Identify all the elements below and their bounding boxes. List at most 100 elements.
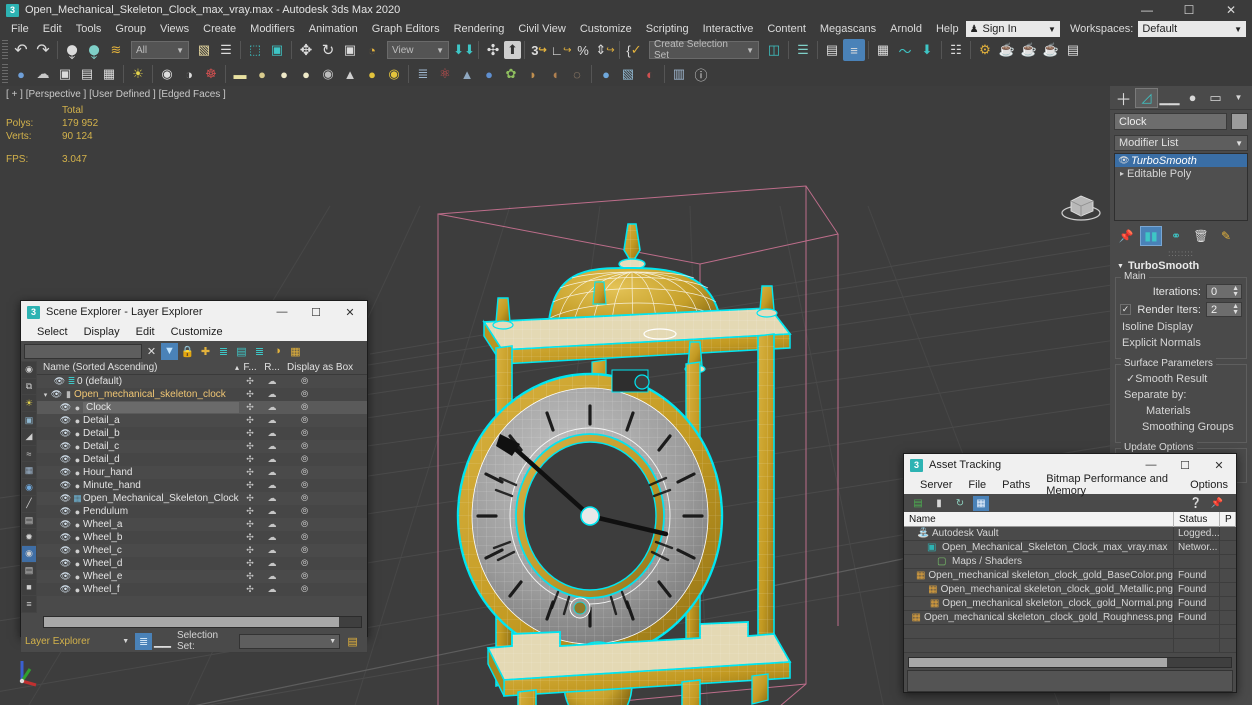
layers-green-icon[interactable]: ≣ xyxy=(215,343,232,360)
make-unique-button[interactable]: ⚭ xyxy=(1165,226,1187,246)
lock-icon[interactable]: 🔒 xyxy=(179,343,196,360)
visibility-eye-icon[interactable]: 👁 xyxy=(59,441,72,452)
scene-explorer-window[interactable]: 3 Scene Explorer - Layer Explorer — ☐ ✕ … xyxy=(20,300,368,637)
smooth-result-checkbox[interactable]: ✓ xyxy=(1126,372,1135,385)
visibility-eye-icon[interactable]: 👁 xyxy=(59,480,72,491)
frozen-cell[interactable]: ✣ xyxy=(239,415,261,426)
frozen-cell[interactable]: ✣ xyxy=(239,428,261,439)
percent-snap-toggle-icon[interactable]: % xyxy=(572,39,594,61)
menu-tools[interactable]: Tools xyxy=(69,21,109,37)
list-item[interactable]: 👁 ● Detail_a ✣☁ ⦾ xyxy=(37,414,367,427)
utilities-tab[interactable]: ▼ xyxy=(1227,88,1250,108)
light-bulb-icon[interactable]: ☀ xyxy=(127,63,149,85)
display-as-box-cell[interactable]: ⦾ xyxy=(283,428,367,439)
side-copy-icon[interactable]: ⧉ xyxy=(22,379,36,395)
display-as-box-cell[interactable]: ⦾ xyxy=(283,402,367,413)
view-cube[interactable] xyxy=(1055,181,1107,229)
shading-half-icon[interactable]: ◑ xyxy=(178,63,200,85)
layer-stack-icon[interactable]: ≣ xyxy=(251,343,268,360)
menu-graph-editors[interactable]: Graph Editors xyxy=(365,21,447,37)
frozen-cell[interactable]: ✣ xyxy=(239,376,261,387)
menu-customize[interactable]: Customize xyxy=(163,326,231,338)
angle-snap-toggle-icon[interactable]: ∟↪ xyxy=(550,39,572,61)
select-and-link-icon[interactable]: ⧭ xyxy=(61,39,83,61)
selection-set-select[interactable]: ▼ xyxy=(239,634,341,649)
list-item[interactable]: 👁 ● Minute_hand ✣☁ ⦾ xyxy=(37,479,367,492)
menu-file[interactable]: File xyxy=(4,21,36,37)
create-tab[interactable]: ＋ xyxy=(1112,88,1135,108)
menu-paths[interactable]: Paths xyxy=(994,479,1038,491)
table-row[interactable]: ▦ Open_mechanical skeleton_clock_gold_No… xyxy=(904,597,1236,611)
menu-scripting[interactable]: Scripting xyxy=(639,21,696,37)
hierarchy-tab[interactable]: ▁▁ xyxy=(1158,88,1181,108)
menu-help[interactable]: Help xyxy=(929,21,966,37)
help-icon[interactable]: ❔ xyxy=(1188,496,1204,511)
list-item[interactable]: 👁 ● Detail_c ✣☁ ⦾ xyxy=(37,440,367,453)
mirror-panel-icon[interactable]: ◫ xyxy=(763,39,785,61)
select-and-rotate-icon[interactable]: ↻ xyxy=(317,39,339,61)
list-view-icon[interactable]: ▦ xyxy=(98,63,120,85)
list-item[interactable]: 👁 ● Detail_b ✣☁ ⦾ xyxy=(37,427,367,440)
refresh-icon[interactable]: ↻ xyxy=(952,496,968,511)
menu-rendering[interactable]: Rendering xyxy=(447,21,512,37)
list-item[interactable]: 👁 ● Wheel_e ✣☁ ⦾ xyxy=(37,570,367,583)
cloud-icon[interactable]: ☁ xyxy=(32,63,54,85)
panel-icon[interactable]: ▣ xyxy=(54,63,76,85)
bind-to-space-warp-icon[interactable]: ≋ xyxy=(105,39,127,61)
table-row[interactable]: ▦ Open_mechanical skeleton_clock_gold_Ba… xyxy=(904,569,1236,583)
menu-select[interactable]: Select xyxy=(29,326,76,338)
frozen-cell[interactable]: ✣ xyxy=(239,584,261,595)
table-row[interactable]: ▢ Maps / Shaders xyxy=(904,555,1236,569)
select-layer-icon[interactable]: ▤ xyxy=(233,343,250,360)
display-as-box-cell[interactable]: ⦾ xyxy=(283,584,367,595)
menu-civil-view[interactable]: Civil View xyxy=(511,21,572,37)
menu-modifiers[interactable]: Modifiers xyxy=(243,21,302,37)
side-helper-icon[interactable]: ≈ xyxy=(22,446,36,462)
unlink-selection-icon[interactable]: ⧭ xyxy=(83,39,105,61)
mirror-icon[interactable]: ✣ xyxy=(482,39,504,61)
configure-modifier-sets-button[interactable]: ✎ xyxy=(1215,226,1237,246)
select-and-move-icon[interactable]: ✥ xyxy=(295,39,317,61)
modifier-stack[interactable]: 👁 TurboSmooth ▸ Editable Poly xyxy=(1114,153,1248,221)
layer-explorer-icon[interactable]: ☰ xyxy=(792,39,814,61)
schematic-view-icon[interactable]: ≡ xyxy=(843,39,865,61)
list-item[interactable]: 👁 ● Clock ✣ ☁ ⦾ xyxy=(37,401,367,414)
render-frame-window-icon[interactable]: ⬇ xyxy=(916,39,938,61)
scrollbar-thumb[interactable] xyxy=(909,658,1167,667)
select-object-icon[interactable]: ▧ xyxy=(193,39,215,61)
list-item[interactable]: 👁 ● Wheel_f ✣☁ ⦾ xyxy=(37,583,367,596)
active-shade-icon[interactable]: ☕ xyxy=(1018,39,1040,61)
filter-funnel-icon[interactable]: ▼ xyxy=(161,343,178,360)
align-icon[interactable]: ⬆ xyxy=(504,41,521,59)
side-warp-icon[interactable]: ▦ xyxy=(22,462,36,478)
materials-row[interactable]: Materials xyxy=(1146,405,1242,417)
frozen-cell[interactable]: ✣ xyxy=(239,402,261,413)
render-elements-icon[interactable]: ☸ xyxy=(200,63,222,85)
side-xref-icon[interactable]: ✹ xyxy=(22,529,36,545)
menu-megascans[interactable]: Megascans xyxy=(813,21,883,37)
render-cell[interactable]: ☁ xyxy=(261,402,283,413)
atom-icon[interactable]: ⚛ xyxy=(434,63,456,85)
frozen-cell[interactable]: ✣ xyxy=(239,571,261,582)
remove-modifier-button[interactable]: 🗑 xyxy=(1190,226,1212,246)
render-cell[interactable]: ☁ xyxy=(261,532,283,543)
side-light-icon[interactable]: ☀ xyxy=(22,395,36,411)
smoke-icon[interactable]: ◌ xyxy=(566,63,588,85)
visibility-eye-icon[interactable]: 👁 xyxy=(59,467,72,478)
select-by-name-icon[interactable]: ☰ xyxy=(215,39,237,61)
render-cell[interactable]: ☁ xyxy=(261,415,283,426)
particles-icon[interactable]: ▲ xyxy=(456,63,478,85)
list-item[interactable]: 👁 ≣ 0 (default) ✣ ☁ ⦾ xyxy=(37,375,367,388)
table-row[interactable]: ▦ Open_mechanical skeleton_clock_gold_Me… xyxy=(904,583,1236,597)
edit-named-selection-sets-icon[interactable]: {✓ xyxy=(623,39,645,61)
rectangular-selection-region-icon[interactable]: ⬚ xyxy=(244,39,266,61)
list-item[interactable]: 👁 ● Detail_d ✣☁ ⦾ xyxy=(37,453,367,466)
render-cell[interactable]: ☁ xyxy=(261,506,283,517)
display-as-box-cell[interactable]: ⦾ xyxy=(283,558,367,569)
menu-bitmap-performance[interactable]: Bitmap Performance and Memory xyxy=(1038,473,1182,497)
pin-stack-button[interactable]: 📌 xyxy=(1115,226,1137,246)
display-as-box-cell[interactable]: ⦾ xyxy=(283,545,367,556)
material-eye-icon[interactable]: ◉ xyxy=(317,63,339,85)
add-layer-icon[interactable]: ✚ xyxy=(197,343,214,360)
menu-interactive[interactable]: Interactive xyxy=(696,21,761,37)
